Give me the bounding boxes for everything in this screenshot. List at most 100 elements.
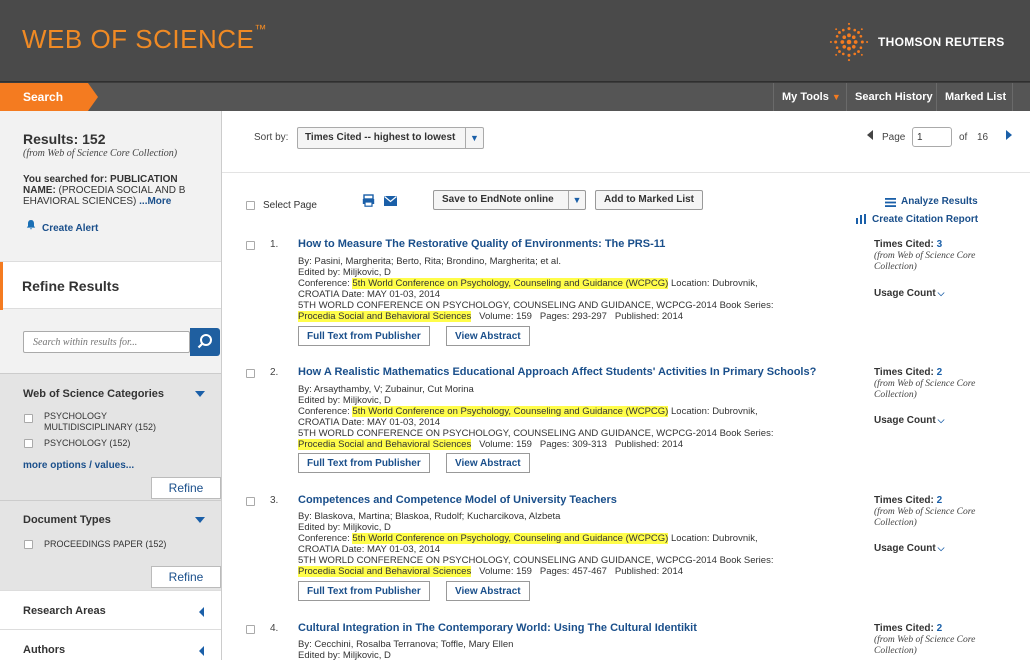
usage-count-toggle[interactable]: Usage Count ⌵	[874, 415, 945, 426]
more-link[interactable]: ...More	[139, 196, 171, 207]
option-label: PSYCHOLOGY MULTIDISCIPLINARY (152)	[44, 411, 157, 432]
times-cited-count[interactable]: 2	[937, 367, 943, 378]
sort-select[interactable]: Times Cited -- highest to lowest ▼	[297, 127, 484, 149]
refine-results-header: Refine Results	[0, 261, 221, 310]
record-authors: By: Blaskova, Martina; Blaskoa, Rudolf; …	[298, 511, 561, 522]
times-cited-note: (from Web of Science Core Collection)	[874, 251, 976, 272]
chevron-down-icon[interactable]: ▼	[568, 191, 585, 209]
results-count: Results: 152	[23, 131, 106, 147]
times-cited-count[interactable]: 2	[937, 623, 943, 634]
times-cited-note: (from Web of Science Core Collection)	[874, 507, 976, 528]
more-options-link[interactable]: more options / values...	[23, 460, 134, 471]
record-volume: Procedia Social and Behavioral Sciences …	[298, 439, 684, 450]
option-label: PROCEEDINGS PAPER (152)	[44, 539, 167, 549]
results-main: Sort by: Times Cited -- highest to lowes…	[222, 111, 1030, 661]
record-volume: Procedia Social and Behavioral Sciences …	[298, 566, 684, 577]
times-cited-count[interactable]: 2	[937, 495, 943, 506]
search-history-link[interactable]: Search History	[846, 83, 941, 111]
document-types-panel: Document Types PROCEEDINGS PAPER (152) R…	[0, 500, 221, 590]
app-header: WEB OF SCIENCE™ THOMSON REUTERS	[0, 0, 1030, 82]
my-tools-menu[interactable]: My Tools ▼	[773, 83, 849, 111]
save-endnote-button[interactable]: Save to EndNote online ▼	[433, 190, 586, 210]
times-cited: Times Cited: 3	[874, 239, 943, 250]
categories-title[interactable]: Web of Science Categories	[23, 388, 164, 400]
times-cited-note: (from Web of Science Core Collection)	[874, 379, 976, 400]
search-within-button[interactable]	[190, 328, 220, 356]
page-input[interactable]	[912, 127, 952, 147]
chevron-down-icon[interactable]	[195, 391, 205, 397]
record-title-link[interactable]: How A Realistic Mathematics Educational …	[298, 366, 816, 378]
record-checkbox[interactable]	[246, 497, 255, 506]
chevron-down-icon: ▼	[831, 92, 841, 102]
record-number: 1.	[270, 239, 279, 250]
authors-panel[interactable]: Authors	[0, 629, 221, 668]
chevron-down-icon[interactable]	[195, 517, 205, 523]
sidebar: Results: 152 (from Web of Science Core C…	[0, 111, 222, 668]
times-cited: Times Cited: 2	[874, 623, 943, 634]
usage-count-toggle[interactable]: Usage Count ⌵	[874, 543, 945, 554]
analyze-results-link[interactable]: Analyze Results	[885, 196, 978, 207]
record-item: 2. How A Realistic Mathematics Education…	[222, 366, 1030, 478]
list-icon	[885, 198, 896, 207]
record-volume: Procedia Social and Behavioral Sciences …	[298, 311, 684, 322]
results-toolbar: Select Page Save to EndNote online ▼ Add …	[222, 189, 1030, 229]
bar-chart-icon	[856, 214, 866, 224]
record-series: 5TH WORLD CONFERENCE ON PSYCHOLOGY, COUN…	[298, 555, 774, 566]
checkbox-proceedings-paper[interactable]	[24, 540, 33, 549]
full-text-button[interactable]: Full Text from Publisher	[298, 326, 430, 346]
prev-page-icon[interactable]	[867, 130, 873, 140]
categories-panel: Web of Science Categories PSYCHOLOGY MUL…	[0, 373, 221, 500]
record-checkbox[interactable]	[246, 369, 255, 378]
marked-list-link[interactable]: Marked List	[936, 83, 1014, 111]
email-icon[interactable]	[384, 196, 397, 206]
record-title-link[interactable]: How to Measure The Restorative Quality o…	[298, 238, 665, 250]
view-abstract-button[interactable]: View Abstract	[446, 581, 530, 601]
tab-search[interactable]: Search	[0, 83, 98, 111]
print-icon[interactable]	[362, 194, 375, 207]
checkbox-psych-multidisciplinary[interactable]	[24, 414, 33, 423]
chevron-down-icon: ⌵	[937, 288, 945, 298]
research-areas-panel[interactable]: Research Areas	[0, 590, 221, 629]
full-text-button[interactable]: Full Text from Publisher	[298, 453, 430, 473]
chevron-left-icon	[199, 607, 204, 617]
record-item: 3. Competences and Competence Model of U…	[222, 494, 1030, 606]
results-source: (from Web of Science Core Collection)	[23, 148, 178, 159]
record-title-link[interactable]: Competences and Competence Model of Univ…	[298, 494, 617, 506]
record-conference: Conference: 5th World Conference on Psyc…	[298, 533, 758, 544]
record-editors: Edited by: Miljkovic, D	[298, 522, 391, 533]
of-label: of	[959, 132, 968, 143]
checkbox-psychology[interactable]	[24, 439, 33, 448]
times-cited-count[interactable]: 3	[937, 239, 943, 250]
select-page-checkbox[interactable]	[246, 201, 255, 210]
record-item: 4. Cultural Integration in The Contempor…	[222, 622, 1030, 661]
citation-report-link[interactable]: Create Citation Report	[856, 214, 978, 225]
next-page-icon[interactable]	[1006, 130, 1012, 140]
record-number: 4.	[270, 623, 279, 634]
record-authors: By: Cecchini, Rosalba Terranova; Toffle,…	[298, 639, 514, 650]
record-checkbox[interactable]	[246, 241, 255, 250]
refine-button[interactable]: Refine	[151, 566, 221, 588]
view-abstract-button[interactable]: View Abstract	[446, 453, 530, 473]
view-abstract-button[interactable]: View Abstract	[446, 326, 530, 346]
create-alert-link[interactable]: Create Alert	[25, 219, 98, 234]
record-checkbox[interactable]	[246, 625, 255, 634]
sort-label: Sort by:	[254, 132, 289, 143]
nav-bar: Search My Tools ▼ Search History Marked L…	[0, 82, 1030, 111]
record-editors: Edited by: Miljkovic, D	[298, 395, 391, 406]
web-of-science-logo[interactable]: WEB OF SCIENCE™	[22, 22, 267, 55]
record-editors: Edited by: Miljkovic, D	[298, 650, 391, 661]
search-within-input[interactable]	[23, 331, 190, 353]
chevron-down-icon: ▼	[465, 128, 483, 148]
add-marked-list-button[interactable]: Add to Marked List	[595, 190, 704, 210]
document-types-title[interactable]: Document Types	[23, 514, 111, 526]
refine-button[interactable]: Refine	[151, 477, 221, 499]
record-title-link[interactable]: Cultural Integration in The Contemporary…	[298, 622, 697, 634]
record-number: 2.	[270, 367, 279, 378]
chevron-left-icon	[199, 646, 204, 656]
publisher-name: THOMSON REUTERS	[878, 35, 1005, 49]
full-text-button[interactable]: Full Text from Publisher	[298, 581, 430, 601]
record-authors: By: Arsaythamby, V; Zubainur, Cut Morina	[298, 384, 474, 395]
record-number: 3.	[270, 495, 279, 506]
chevron-down-icon: ⌵	[937, 543, 945, 553]
usage-count-toggle[interactable]: Usage Count ⌵	[874, 288, 945, 299]
